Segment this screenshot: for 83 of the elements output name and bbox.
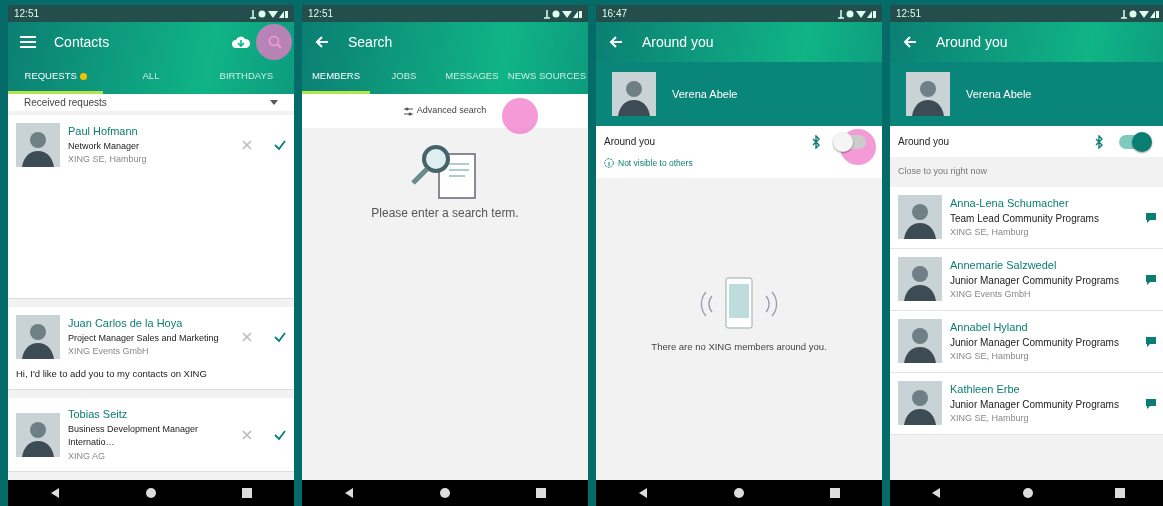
app-title: Around you [936,32,1008,52]
filter-dropdown[interactable]: Received requests [8,94,294,111]
status-time: 12:51 [308,7,334,21]
status-icons [1119,8,1159,19]
chat-icon[interactable] [1145,211,1157,223]
person-headline: Junior Manager Community Programs [950,336,1120,350]
recents-icon[interactable] [241,488,252,498]
person-name[interactable]: Annemarie Salzwedel [950,256,1137,273]
back-icon[interactable] [344,488,355,498]
contact-company: XING AG [68,449,106,463]
visibility-toggle[interactable] [1119,134,1149,149]
menu-icon[interactable] [20,36,36,48]
back-icon[interactable] [930,488,941,498]
checkmark-icon[interactable] [274,429,286,440]
chat-icon[interactable] [1145,397,1157,409]
person-company: XING SE, Hamburg [950,350,1030,363]
contact-headline: Network Manager [68,139,141,153]
person-company: XING Events GmbH [950,288,1032,301]
avatar-icon [906,72,950,116]
contact-name[interactable]: Paul Hofmann [68,123,234,140]
back-icon[interactable] [50,488,61,498]
avatar-icon [16,122,60,167]
caret-icon [270,99,278,105]
profile-name: Verena Abele [966,86,1032,102]
recents-icon[interactable] [535,488,546,498]
contact-name[interactable]: Juan Carlos de la Hoya [68,315,234,332]
avatar-icon [898,319,942,363]
empty-state-message: There are no XING members around you. [650,339,828,354]
status-icons [836,8,876,19]
recents-icon[interactable] [829,488,840,498]
person-headline: Team Lead Community Programs [950,212,1100,226]
section-label: Around you [604,135,657,149]
section-label: Around you [898,135,951,149]
contact-headline: Project Manager Sales and Marketing [68,331,220,345]
home-icon[interactable] [1021,487,1034,499]
bluetooth-icon [812,134,820,149]
home-icon[interactable] [733,487,745,499]
empty-state-message: Please enter a search term. [370,205,520,222]
person-name[interactable]: Kathleen Erbe [950,380,1137,397]
status-time: 12:51 [896,7,922,21]
back-icon[interactable] [638,488,649,498]
chat-icon[interactable] [1145,273,1157,285]
home-icon[interactable] [439,487,451,499]
person-name[interactable]: Anna-Lena Schumacher [950,194,1137,211]
tab[interactable]: JOBS [369,62,438,94]
person-headline: Junior Manager Community Programs [950,274,1120,288]
visibility-hint: Not visible to others [618,157,693,170]
avatar-icon [898,257,942,301]
app-title: Around you [642,32,714,52]
home-icon[interactable] [145,487,157,499]
tab[interactable]: NEWS SOURCES [505,62,588,94]
sliders-icon [403,106,413,116]
contact-headline: Business Development Manager Internatio… [68,422,200,449]
person-name[interactable]: Annabel Hyland [950,318,1137,335]
chat-icon[interactable] [1145,335,1157,347]
checkmark-icon[interactable] [274,331,286,342]
status-icons [542,8,582,19]
app-title: Contacts [54,32,111,52]
person-company: XING SE, Hamburg [950,412,1030,425]
contact-company: XING SE, Hamburg [68,153,148,166]
request-message: Hi, I'd like to add you to my contacts on XING [16,366,208,381]
checkmark-icon[interactable] [274,139,286,150]
status-time: 16:47 [602,7,628,21]
bluetooth-icon [1095,134,1103,149]
person-company: XING SE, Hamburg [950,226,1030,239]
recents-icon[interactable] [1114,488,1125,498]
contact-name[interactable]: Tobias Seitz [68,406,234,423]
status-time: 12:51 [14,7,40,21]
avatar-icon [16,412,60,457]
avatar-icon [16,314,60,359]
person-headline: Junior Manager Community Programs [950,398,1120,412]
contact-company: XING Events GmbH [68,345,150,358]
app-title: Search [348,32,393,52]
status-icons [248,8,288,19]
avatar-icon [612,72,656,116]
avatar-icon [898,195,942,239]
cloud-download-icon[interactable] [232,35,250,49]
list-header: Close to you right now [897,165,989,178]
advanced-search-link[interactable]: Advanced search [302,94,588,128]
visibility-toggle[interactable] [836,134,866,149]
info-icon [604,158,614,169]
avatar-icon [898,381,942,425]
profile-name: Verena Abele [672,86,738,102]
